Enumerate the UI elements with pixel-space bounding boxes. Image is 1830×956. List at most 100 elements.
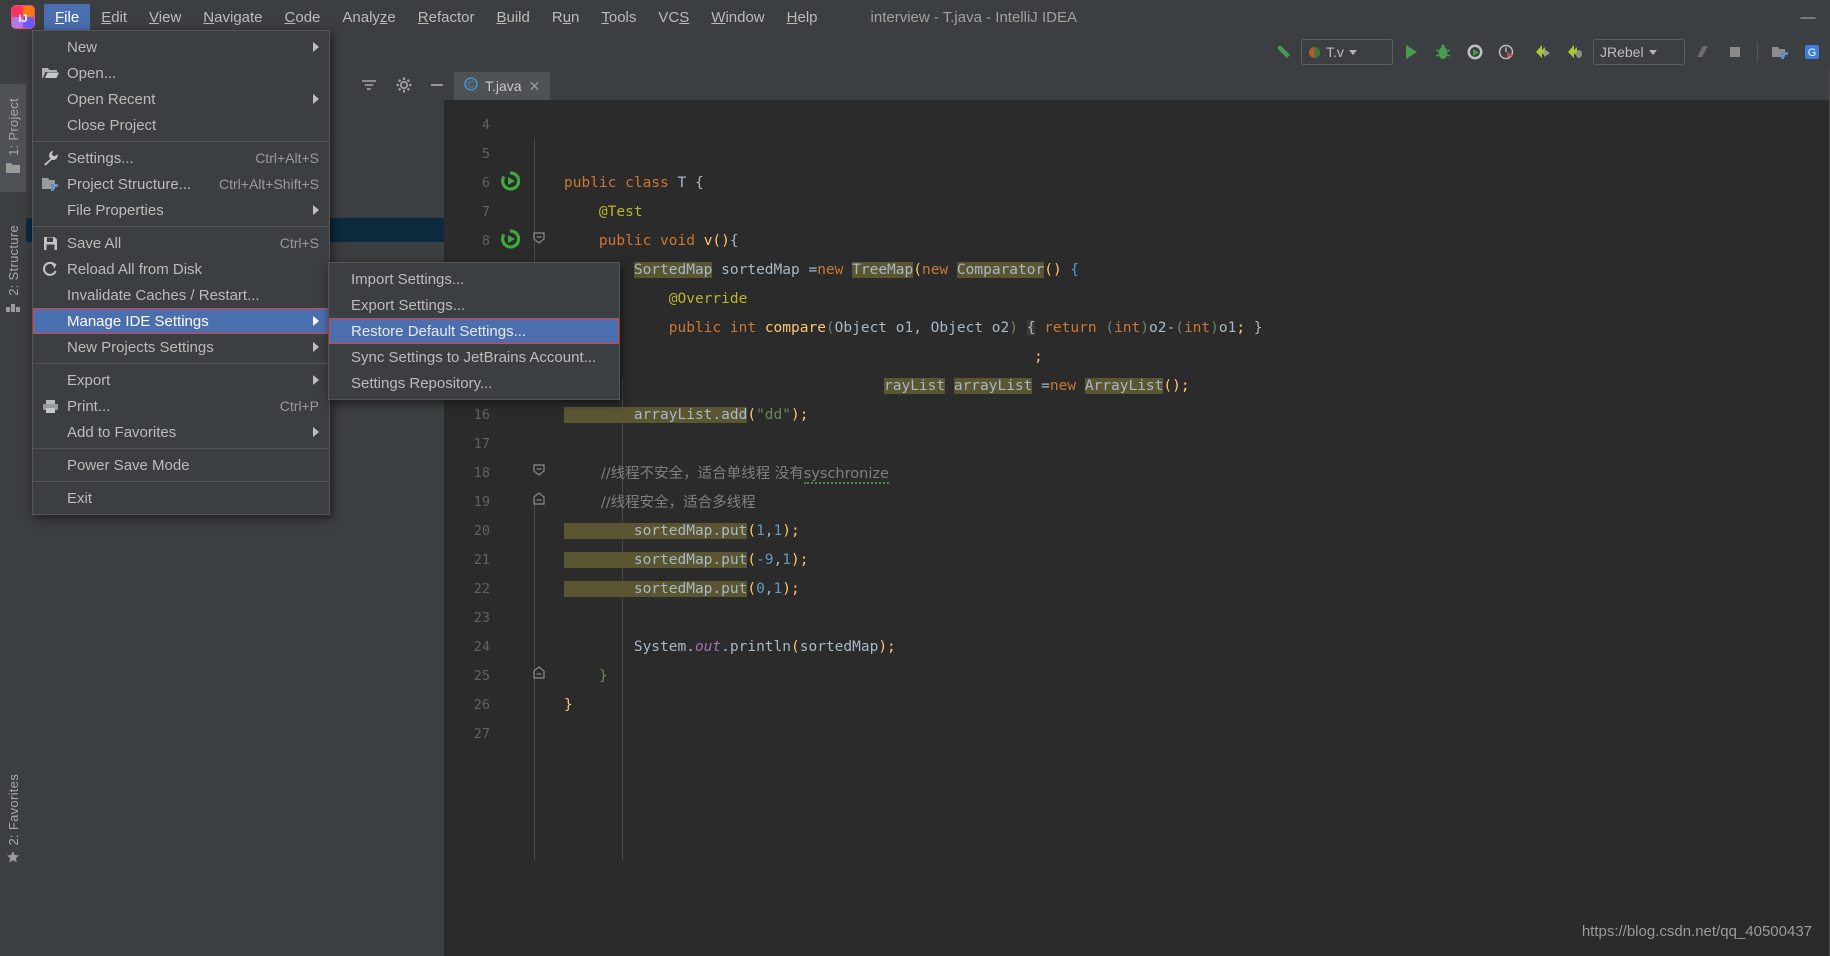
menu-view-mnemonic: V [149,8,159,26]
chevron-down-icon[interactable] [1348,49,1357,55]
menu-item-open-label: Open... [67,64,117,82]
sidebar-item-structure[interactable]: 2: Structure [0,210,26,332]
submenu-item-settings-repository[interactable]: Settings Repository... [329,370,619,396]
menu-item-manage-ide-settings-label: Manage IDE Settings [67,312,209,330]
fold-minus-icon[interactable] [532,463,548,481]
menu-build-rest: uild [506,8,530,26]
run-with-coverage-icon[interactable] [1461,38,1489,66]
java-class-icon: C [464,77,478,95]
sidebar-item-favorites[interactable]: 2: Favorites [0,760,26,882]
menu-tools[interactable]: Tools [590,4,647,31]
menu-help-rest: elp [797,8,818,26]
jrebel-run-icon[interactable] [1529,38,1557,66]
editor-tab-t-java[interactable]: C T.java ✕ [454,72,551,100]
menu-item-save-all-shortcut: Ctrl+S [279,235,319,251]
menu-build-mnemonic: B [496,8,507,26]
fold-minus-icon[interactable] [532,666,548,684]
menu-view-rest: iew [158,8,182,26]
line-number: 26 [473,696,490,713]
menu-run[interactable]: Run [541,4,591,31]
menu-item-power-save-mode[interactable]: Power Save Mode [33,452,329,478]
code-line: 12 ; [444,342,1830,371]
back-arrow-icon[interactable] [1269,38,1297,66]
vcs-update-icon[interactable]: G [1798,38,1826,66]
menu-tools-rest: ools [608,8,637,26]
submenu-item-import-settings[interactable]: Import Settings... [329,266,619,292]
menu-item-add-to-favorites[interactable]: Add to Favorites [33,419,329,445]
menu-analyze[interactable]: Analyze [331,4,406,31]
code-text: public int compare(Object o1, Object o2)… [668,319,1263,336]
code-line: 24 System.out.println(sortedMap); [444,632,1830,661]
menu-tools-mnemonic: T [601,8,609,26]
menu-item-close-project[interactable]: Close Project [33,112,329,138]
fold-minus-icon[interactable] [532,231,548,249]
code-line: 25 } [444,661,1830,690]
menu-vcs[interactable]: VCS [647,4,700,31]
collapse-all-icon[interactable] [358,74,380,96]
menu-item-invalidate-caches[interactable]: Invalidate Caches / Restart... [33,282,329,308]
jrebel-combo[interactable]: JRebel [1593,39,1685,65]
menu-item-exit[interactable]: Exit [33,485,329,511]
code-text: public class T { [564,174,704,191]
line-number: 22 [473,580,490,597]
line-number: 24 [473,638,490,655]
menu-build[interactable]: Build [485,4,540,31]
submenu-item-sync-settings[interactable]: Sync Settings to JetBrains Account... [329,344,619,370]
menu-code-mnemonic: C [284,8,296,26]
debug-icon[interactable] [1429,38,1457,66]
menu-item-exit-label: Exit [67,489,93,507]
gear-icon[interactable] [393,74,415,96]
close-icon[interactable]: ✕ [529,79,541,93]
menu-item-new-projects-settings[interactable]: New Projects Settings [33,334,329,360]
menu-item-print[interactable]: Print... Ctrl+P [33,393,329,419]
menu-refactor[interactable]: Refactor [407,4,486,31]
menu-item-project-structure[interactable]: Project Structure... Ctrl+Alt+Shift+S [33,171,329,197]
submenu-item-sync-settings-label: Sync Settings to JetBrains Account... [351,348,597,366]
menu-item-project-structure-shortcut: Ctrl+Alt+Shift+S [219,176,319,192]
sidebar-item-project[interactable]: 1: Project [0,84,26,192]
attach-icon[interactable] [1689,38,1717,66]
run-icon[interactable] [1397,38,1425,66]
line-number: 16 [473,406,490,423]
run-test-icon[interactable] [500,171,522,193]
menu-item-new[interactable]: New [33,34,329,60]
code-editor[interactable]: 4 5 6 public class T { 7 @Test 8 public … [444,100,1830,956]
menu-view[interactable]: View [138,4,192,31]
svg-text:C: C [468,80,475,90]
code-text: public void v(){ [598,232,739,249]
menu-item-reload-all-from-disk[interactable]: Reload All from Disk [33,256,329,282]
sidebar-item-structure-label: 2: Structure [5,224,21,296]
menu-item-settings[interactable]: Settings... Ctrl+Alt+S [33,145,329,171]
hide-icon[interactable] [426,74,448,96]
run-test-icon[interactable] [500,229,522,251]
menu-item-open-recent[interactable]: Open Recent [33,86,329,112]
menu-file[interactable]: File [44,3,91,31]
menu-item-open[interactable]: Open... [33,60,329,86]
minimize-button[interactable]: — [1786,0,1830,34]
run-configuration-combo[interactable]: T.v [1301,39,1393,65]
menu-help[interactable]: Help [776,4,829,31]
menu-item-file-properties[interactable]: File Properties [33,197,329,223]
chevron-right-icon [313,427,319,437]
fold-minus-icon[interactable] [532,492,548,510]
code-text: sortedMap.put(1,1); [564,522,800,539]
profiler-icon[interactable] [1493,38,1521,66]
project-structure-icon[interactable] [1766,38,1794,66]
menu-item-export[interactable]: Export [33,367,329,393]
menu-window[interactable]: Window [700,4,775,31]
menu-item-save-all[interactable]: Save All Ctrl+S [33,230,329,256]
menu-separator [33,481,329,482]
submenu-item-export-settings[interactable]: Export Settings... [329,292,619,318]
menu-navigate[interactable]: Navigate [192,4,273,31]
jrebel-chevron-down-icon[interactable] [1648,49,1657,55]
menu-item-manage-ide-settings[interactable]: Manage IDE Settings [33,308,329,334]
menu-code[interactable]: Code [274,4,332,31]
stop-icon[interactable] [1721,38,1749,66]
line-number: 18 [473,464,490,481]
code-text: ; [1034,348,1043,365]
submenu-item-restore-default-settings[interactable]: Restore Default Settings... [329,318,619,344]
menu-edit[interactable]: Edit [90,4,138,31]
jrebel-debug-icon[interactable] [1561,38,1589,66]
wrench-icon [33,150,67,166]
line-number: 19 [473,493,490,510]
